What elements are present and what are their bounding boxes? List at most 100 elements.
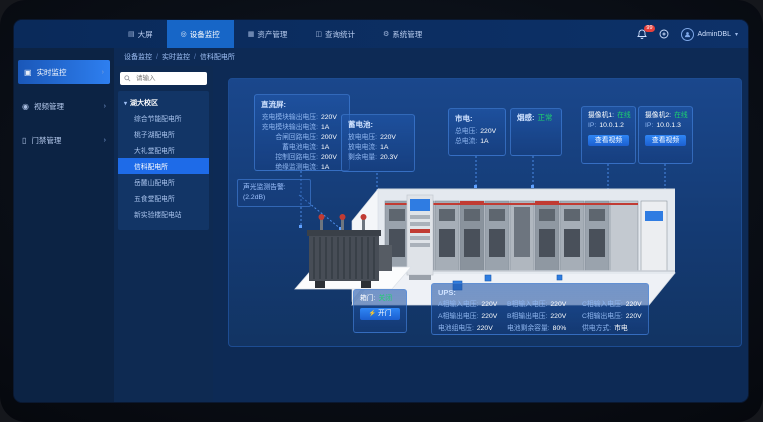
tree-search (120, 72, 207, 85)
camera2-panel: 摄像机2:在线 IP:10.0.1.3 查看视频 (638, 106, 693, 164)
stat-row: 绝缘监测电流:1A (261, 163, 343, 173)
smoke-status: 正常 (538, 113, 553, 123)
stat-value: 220V (380, 133, 396, 143)
stat-label: 总电流: (455, 137, 477, 147)
stat-label: 控制回路电压: (275, 153, 318, 163)
panel-title: 蓄电池: (348, 119, 408, 130)
tree-root-label: 湖大校区 (130, 100, 158, 107)
view-video-button-2[interactable]: 查看视频 (645, 135, 686, 146)
breadcrumb-item[interactable]: 设备监控 (124, 52, 152, 62)
stat-label: 充电模块输出电流: (262, 123, 318, 133)
tree-item[interactable]: 大礼堂配电所 (118, 142, 209, 158)
ups-panel: UPS: A相输入电压:220V B相输入电压:220V C相输入电压:220V… (431, 283, 649, 335)
tree-item[interactable]: 综合节能配电所 (118, 110, 209, 126)
left-sidebar: ▣ 实时监控 › ◉ 视频管理 › ▯ 门禁管理 › (14, 48, 114, 402)
stat-value: 220V (477, 324, 493, 334)
stat-label: 合闸回路电压: (275, 133, 318, 143)
stat-row: 控制回路电压:200V (261, 153, 343, 163)
stat-row: 充电模块输出电流:1A (261, 123, 343, 133)
stat-label: 蓄电池电流: (282, 143, 318, 153)
tab-label: 系统管理 (392, 29, 422, 40)
stat-value: 20.3V (380, 153, 398, 163)
stat-value: 1A (480, 137, 488, 147)
tab-query-stats[interactable]: ◫ 查询统计 (301, 20, 369, 48)
panel-title: 直流屏: (261, 99, 343, 110)
stat-value: 80% (553, 324, 567, 334)
stat-value: 220V (480, 127, 496, 137)
mains-panel: 市电: 总电压:220V 总电流:1A (448, 108, 506, 156)
stat-row: 剩余电量:20.3V (348, 153, 408, 163)
sidebar-item-access-management[interactable]: ▯ 门禁管理 › (14, 128, 114, 152)
sound-alarm-value: (2.2dB) (243, 193, 305, 203)
open-door-button[interactable]: ⚡开门 (360, 308, 400, 320)
stat-label: 剩余电量: (348, 153, 377, 163)
search-icon (124, 75, 131, 82)
tree-item[interactable]: 岳麓山配电所 (118, 174, 209, 190)
fullscreen-icon[interactable] (659, 29, 669, 39)
stat-row: 合闸回路电压:200V (261, 133, 343, 143)
stat-label: 放电电流: (348, 143, 377, 153)
tab-device-monitor[interactable]: ◎ 设备监控 (167, 20, 234, 48)
stat-value: 220V (550, 312, 566, 322)
dashboard-icon: ▤ (128, 30, 135, 38)
panel-title: UPS: (438, 288, 642, 297)
ip-label: IP: (645, 121, 653, 131)
search-input[interactable] (134, 74, 203, 83)
tab-asset-management[interactable]: ▦ 资产管理 (234, 20, 302, 48)
smoke-sensor-panel: 烟感:正常 (510, 108, 562, 156)
realtime-monitor-icon: ▣ (24, 68, 32, 77)
tab-label: 设备监控 (190, 29, 220, 40)
stat-label: C相输出电压: (582, 312, 623, 322)
stat-value: 220V (626, 300, 642, 310)
chevron-down-icon: ▾ (735, 31, 738, 38)
stat-label: 绝缘监测电流: (275, 163, 318, 173)
camera-ip: 10.0.1.2 (599, 121, 624, 131)
sound-alarm-title: 声光监测告警: (243, 183, 305, 193)
camera-label: 摄像机1: (588, 111, 614, 121)
sidebar-item-label: 视频管理 (34, 101, 64, 112)
stat-label: 电池组电压: (438, 324, 474, 334)
panel-title: 市电: (455, 113, 499, 124)
navbar-right-cluster: 99 AdminDBL ▾ (637, 20, 738, 48)
stat-value: 220V (481, 300, 497, 310)
chevron-right-icon: › (104, 103, 106, 110)
user-name: AdminDBL (698, 31, 731, 38)
stat-value: 1A (321, 123, 343, 133)
tree-item[interactable]: 新实验楼配电站 (118, 206, 209, 222)
tab-label: 资产管理 (257, 29, 287, 40)
view-video-button-1[interactable]: 查看视频 (588, 135, 629, 146)
battery-panel: 蓄电池: 放电电压:220V 放电电流:1A 剩余电量:20.3V (341, 114, 415, 172)
tree-root-campus[interactable]: ▾湖大校区 (118, 96, 209, 110)
screenshot-stage: ▤ 大屏 ◎ 设备监控 ▦ 资产管理 ◫ 查询统计 ⚙ 系统管理 (0, 0, 763, 422)
sidebar-item-realtime-monitor[interactable]: ▣ 实时监控 › (18, 60, 110, 84)
notification-badge: 99 (644, 25, 654, 32)
breadcrumb-separator: / (194, 54, 196, 61)
user-menu[interactable]: AdminDBL ▾ (681, 28, 738, 41)
query-icon: ◫ (315, 30, 322, 38)
notification-bell-icon[interactable]: 99 (637, 29, 647, 39)
tree-item[interactable]: 五食堂配电所 (118, 190, 209, 206)
tree-item-selected[interactable]: 信科配电所 (118, 158, 209, 174)
stat-label: 电池剩余容量: (507, 324, 550, 334)
stat-value: 1A (380, 143, 388, 153)
stat-label: A相输入电压: (438, 300, 478, 310)
stat-value: 220V (321, 113, 343, 123)
dc-screen-panel: 直流屏: 充电模块输出电压:220V 充电模块输出电流:1A 合闸回路电压:20… (254, 94, 350, 171)
monitor-icon: ◎ (181, 30, 187, 38)
main-content: 直流屏: 充电模块输出电压:220V 充电模块输出电流:1A 合闸回路电压:20… (213, 66, 748, 402)
stat-value: 市电 (614, 324, 628, 334)
open-door-label: 开门 (378, 310, 392, 317)
sidebar-item-video-management[interactable]: ◉ 视频管理 › (14, 94, 114, 118)
tab-dashboard[interactable]: ▤ 大屏 (114, 20, 167, 48)
camera-ip: 10.0.1.3 (656, 121, 681, 131)
tab-label: 大屏 (138, 29, 153, 40)
tree-item[interactable]: 桃子湖配电所 (118, 126, 209, 142)
sidebar-item-label: 门禁管理 (31, 135, 61, 146)
camera1-panel: 摄像机1:在线 IP:10.0.1.2 查看视频 (581, 106, 636, 164)
chevron-right-icon: › (104, 137, 106, 144)
stat-label: B相输入电压: (507, 300, 547, 310)
camera-status: 在线 (617, 111, 631, 121)
breadcrumb-item[interactable]: 实时监控 (162, 52, 190, 62)
sidebar-item-label: 实时监控 (37, 67, 67, 78)
tab-system-management[interactable]: ⚙ 系统管理 (369, 20, 436, 48)
